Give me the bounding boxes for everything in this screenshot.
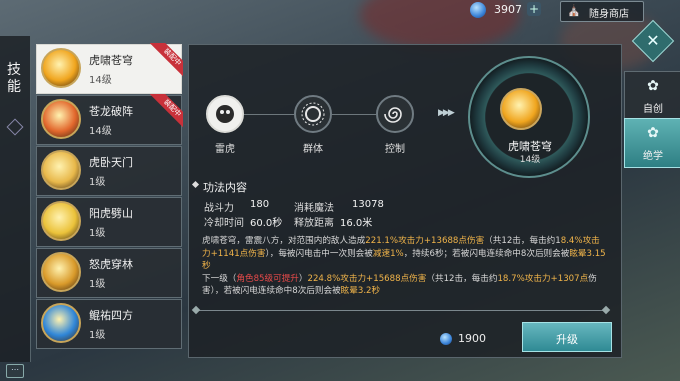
desc-highlight: 减速1%	[372, 248, 404, 259]
self-create-icon: ✿	[647, 78, 659, 94]
skill-level: 1级	[89, 330, 106, 341]
desc-text: ），每被闪电击中一次则会被	[265, 248, 373, 259]
chain-connector	[332, 114, 376, 115]
divider	[196, 310, 606, 311]
add-currency-button[interactable]: +	[527, 2, 541, 16]
next-level-text: （共12击，每击约	[426, 273, 498, 284]
stat-value: 13078	[352, 199, 384, 210]
skill-icon	[41, 252, 81, 292]
skill-level: 1级	[89, 228, 106, 239]
skill-list-item[interactable]: 虎卧天门 1级	[36, 146, 182, 196]
chain-connector	[244, 114, 294, 115]
chevron-right-icon: ▶▶▶	[438, 108, 455, 118]
skill-level: 1级	[89, 177, 106, 188]
group-burst-icon	[294, 95, 332, 133]
tiger-skill-icon	[500, 88, 542, 130]
ultimate-icon: ✿	[647, 125, 659, 141]
desc-highlight: 221.1%攻击力+13688点伤害	[365, 236, 485, 246]
tab-label: 绝学	[643, 151, 663, 162]
skill-name: 苍龙破阵	[89, 105, 133, 118]
skill-name: 虎卧天门	[89, 156, 133, 169]
blue-gem-icon	[440, 333, 452, 345]
skill-level: 14级	[89, 75, 112, 86]
desc-text: （共12击，每击约1	[484, 236, 561, 246]
desc-highlight: 眩晕3.2秒	[340, 286, 381, 296]
upgrade-cost: 1900	[458, 332, 486, 345]
desc-text: ，持续6秒；若被闪电连续命中8次后则会被	[403, 248, 570, 259]
equipped-badge-label: 装配中	[149, 43, 183, 77]
skill-icon	[41, 150, 81, 190]
next-level-text: ）	[298, 273, 308, 284]
equipped-badge-label: 装配中	[149, 94, 183, 128]
skill-icon	[41, 303, 81, 343]
attribute-label: 群体	[303, 144, 323, 155]
skill-list-item[interactable]: 怒虎穿林 1级	[36, 248, 182, 298]
skill-list-item[interactable]: 苍龙破阵 14级 装配中	[36, 94, 183, 145]
page-title: 技能	[7, 62, 21, 95]
skill-icon	[41, 201, 81, 241]
stat-label: 消耗魔法	[294, 203, 334, 214]
tab-label: 自创	[643, 104, 663, 115]
skill-list-item[interactable]: 鲲祐四方 1级	[36, 299, 182, 349]
attribute-label: 雷虎	[215, 144, 235, 155]
desc-highlight: 224.8%攻击力+15688点伤害	[307, 273, 427, 284]
equipped-badge: 装配中	[149, 94, 183, 128]
tiger-head-icon	[206, 95, 244, 133]
selected-skill-level: 14级	[519, 155, 541, 165]
skill-icon	[41, 99, 81, 139]
skill-list-item[interactable]: 阳虎劈山 1级	[36, 197, 182, 247]
skill-name: 阳虎劈山	[89, 207, 133, 220]
section-title: 功法内容	[203, 181, 247, 194]
attribute-label: 控制	[385, 144, 405, 155]
desc-highlight: 18.7%攻击力+1307点	[497, 273, 589, 284]
skill-level: 1级	[89, 279, 106, 290]
skill-list-item[interactable]: 虎啸苍穹 14级 装配中	[36, 43, 183, 94]
stat-value: 60.0秒	[250, 218, 283, 229]
tab-ultimate[interactable]: ✿ 绝学	[624, 118, 680, 168]
skill-icon	[41, 48, 81, 88]
upgrade-button[interactable]: 升级	[522, 322, 612, 352]
close-icon[interactable]: ✕	[638, 26, 668, 56]
shop-icon: ⛪	[567, 4, 581, 17]
stat-label: 战斗力	[204, 203, 234, 214]
upgrade-label: 升级	[556, 333, 578, 346]
stat-label: 冷却时间	[204, 218, 244, 229]
equipped-badge: 装配中	[149, 43, 183, 77]
skill-name: 虎啸苍穹	[89, 54, 133, 67]
next-level-text: 下一级（	[202, 273, 237, 284]
tab-self-create[interactable]: ✿ 自创	[624, 71, 680, 121]
blue-gem-icon	[470, 2, 486, 18]
desc-text: 虎啸苍穹，雷震八方，对范围内的敌人造成	[202, 236, 366, 246]
skill-description: 虎啸苍穹，雷震八方，对范围内的敌人造成221.1%攻击力+13688点伤害（共1…	[202, 235, 606, 298]
next-level-requirement: 角色85级可提升	[236, 273, 299, 284]
skill-level: 14级	[89, 126, 112, 137]
shop-label: 随身商店	[589, 9, 629, 20]
stat-value: 16.0米	[340, 218, 373, 229]
skill-name: 鲲祐四方	[89, 309, 133, 322]
spiral-control-icon	[376, 95, 414, 133]
stat-label: 释放距离	[294, 218, 334, 229]
top-bar: 3907 + ⛪ 随身商店	[0, 0, 680, 22]
chat-icon[interactable]: ⋯	[6, 364, 24, 378]
gem-count: 3907	[494, 3, 522, 16]
stat-value: 180	[250, 199, 270, 210]
shop-button[interactable]: ⛪ 随身商店	[560, 1, 644, 22]
skill-name: 怒虎穿林	[89, 258, 133, 271]
